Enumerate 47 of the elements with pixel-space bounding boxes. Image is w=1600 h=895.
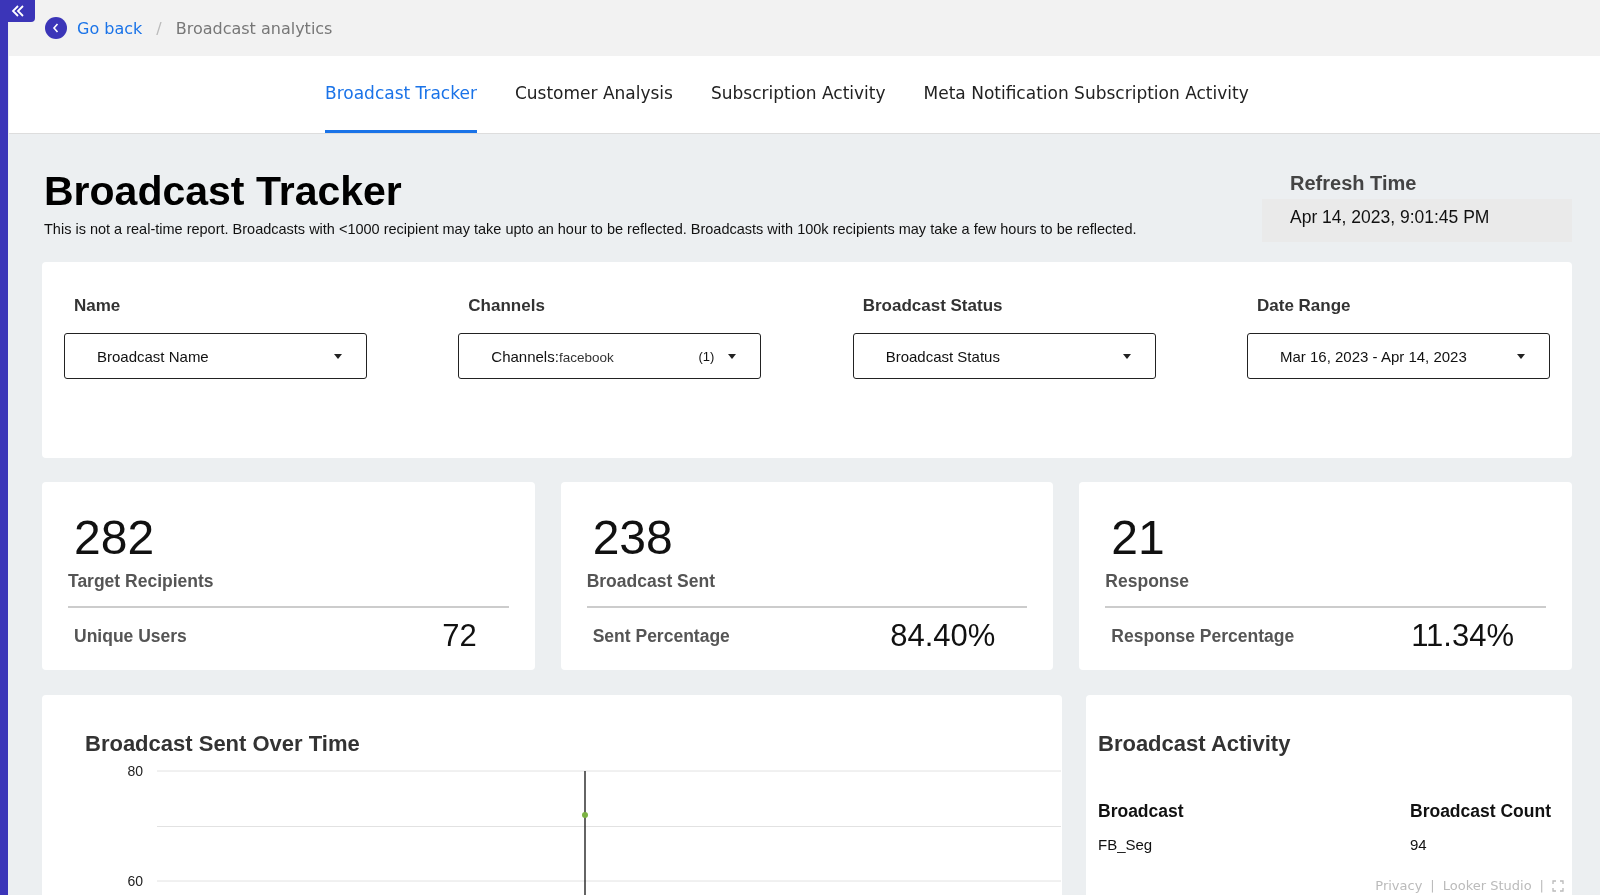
filter-label: Date Range bbox=[1257, 296, 1352, 316]
filter-dropdown[interactable]: Broadcast Name bbox=[64, 333, 367, 379]
metric-label: Response bbox=[1105, 571, 1546, 608]
metric-sub-label: Unique Users bbox=[74, 625, 187, 647]
breadcrumb-current: Broadcast analytics bbox=[175, 18, 333, 38]
metric-sub-label: Sent Percentage bbox=[592, 625, 730, 647]
y-axis-tick: 60 bbox=[127, 873, 143, 889]
metric-sub-value: 72 bbox=[442, 618, 477, 654]
metric-sub-value: 84.40% bbox=[890, 618, 996, 654]
table-title: Broadcast Activity bbox=[1098, 731, 1292, 757]
filter-dropdown[interactable]: Mar 16, 2023 - Apr 14, 2023 bbox=[1247, 333, 1550, 379]
table-cell-text: 94 bbox=[1410, 836, 1428, 853]
go-back-link[interactable]: Go back bbox=[77, 18, 143, 38]
footer-separator: | bbox=[1430, 878, 1435, 893]
refresh-time-label: Refresh Time bbox=[1289, 172, 1418, 195]
report-tab[interactable]: Customer Analysis bbox=[514, 56, 673, 133]
metric-label: Broadcast Sent bbox=[586, 571, 1028, 608]
dropdown-caret-icon bbox=[334, 353, 342, 359]
dropdown-caret-icon bbox=[728, 353, 737, 359]
filter-dropdown[interactable]: Broadcast Status bbox=[852, 333, 1156, 379]
y-axis-tick: 80 bbox=[127, 763, 143, 779]
report-tab[interactable]: Broadcast Tracker bbox=[325, 56, 477, 133]
chart-title: Broadcast Sent Over Time bbox=[85, 731, 361, 757]
dropdown-caret-icon bbox=[1122, 353, 1131, 359]
dropdown-caret-icon bbox=[1517, 353, 1525, 359]
metric-label: Target Recipients bbox=[68, 571, 509, 608]
table-cell: FB_Seg bbox=[1098, 836, 1153, 853]
double-chevron-icon bbox=[10, 5, 25, 17]
filter-label: Channels bbox=[468, 296, 546, 316]
breadcrumb-separator: / bbox=[156, 18, 162, 38]
metric-value: 21 bbox=[1110, 510, 1166, 565]
back-icon[interactable] bbox=[45, 17, 67, 39]
refresh-time-value: Apr 14, 2023, 9:01:45 PM bbox=[1262, 199, 1572, 242]
column-header: Broadcast bbox=[1098, 801, 1184, 822]
metric-value: 282 bbox=[73, 510, 156, 565]
filter-dropdown[interactable]: Channels:facebook (1) bbox=[458, 333, 762, 379]
report-tab[interactable]: Subscription Activity bbox=[710, 56, 886, 133]
filter-label: Broadcast Status bbox=[862, 296, 1004, 316]
page-title: Broadcast Tracker bbox=[44, 168, 403, 215]
report-tab[interactable]: Meta Notification Subscription Activity bbox=[923, 56, 1249, 133]
footer-separator: | bbox=[1539, 878, 1544, 893]
metric-value: 238 bbox=[591, 510, 674, 565]
column-header: Broadcast Count bbox=[1410, 801, 1552, 822]
metric-sub-value: 11.34% bbox=[1411, 618, 1514, 654]
filter-label: Name bbox=[74, 296, 122, 316]
metric-sub-label: Response Percentage bbox=[1111, 625, 1295, 647]
report-note: This is not a real-time report. Broadcasts with <1000 recipient may take upto an hour to be reflected. Broadcasts with 100k recipients may take a few hours to be reflected. bbox=[44, 221, 1137, 237]
